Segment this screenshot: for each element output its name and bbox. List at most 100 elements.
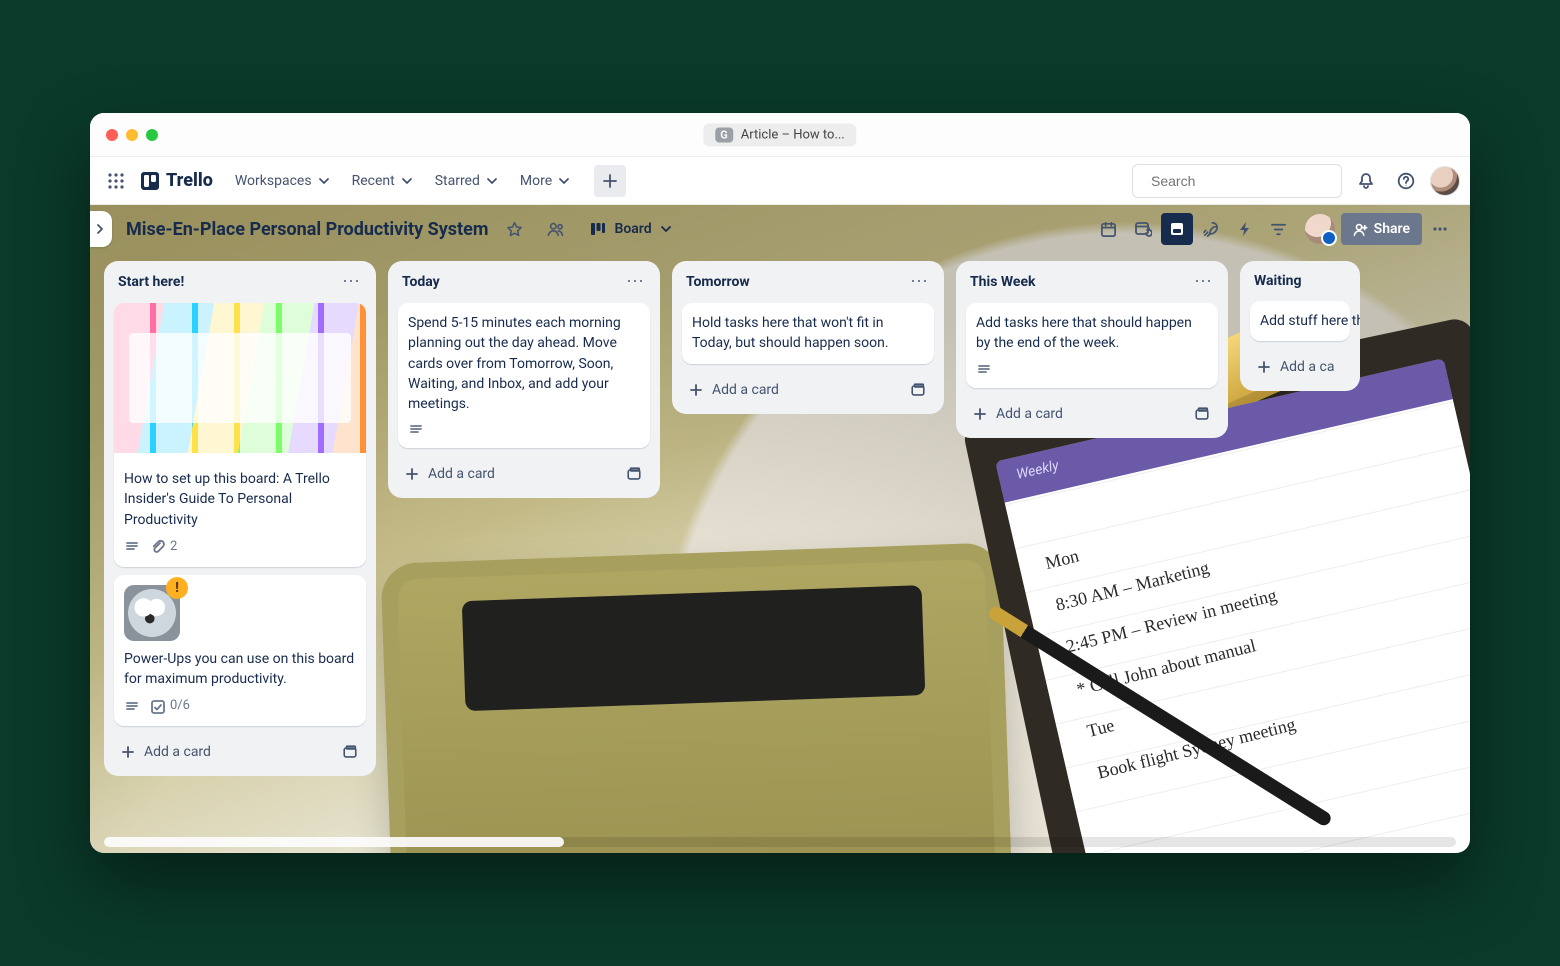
minimize-window-button[interactable] [126,129,138,141]
nav-recent[interactable]: Recent [342,165,423,197]
card-text: How to set up this board: A Trello Insid… [124,469,356,530]
add-card-button[interactable]: Add a card [116,738,336,766]
powerups-button[interactable] [1195,213,1227,245]
maximize-window-button[interactable] [146,129,158,141]
checklist-badge: 0/6 [150,697,190,716]
list-menu-button[interactable]: ⋯ [1192,273,1214,291]
checklist-icon [150,699,166,715]
add-card-label: Add a card [712,382,779,398]
card-template-button[interactable] [1188,400,1216,428]
sync-calendar-button[interactable] [1127,213,1159,245]
card-template-button[interactable] [904,376,932,404]
nav-starred[interactable]: Starred [425,165,508,197]
list-menu-button[interactable]: ⋯ [908,273,930,291]
card-text: Power-Ups you can use on this board for … [124,649,356,690]
top-nav: Trello Workspaces Recent Starred More [90,157,1470,205]
attachment-count: 2 [170,538,177,557]
calendar-icon [1100,221,1117,238]
card-text: Spend 5-15 minutes each morning planning… [408,313,640,414]
board-menu-button[interactable] [1424,213,1456,245]
add-card-label: Add a ca [1280,359,1334,375]
plus-icon [120,744,136,760]
card-text: Add stuff here that needs to happen even… [1260,311,1340,331]
calendar-view-button[interactable] [1093,213,1125,245]
card-badges: 0/6 [124,697,356,716]
attachment-icon [150,539,166,555]
plus-icon [972,406,988,422]
board-canvas[interactable]: Start here! ⋯ How to set up this board: … [90,253,1470,853]
tab-title: Article – How to... [741,127,845,142]
card[interactable]: Add tasks here that should happen by the… [966,303,1218,388]
view-switcher[interactable]: Board [582,217,679,241]
card[interactable]: Spend 5-15 minutes each morning planning… [398,303,650,448]
list-title[interactable]: Today [402,274,440,290]
list-tomorrow: Tomorrow ⋯ Hold tasks here that won't fi… [672,261,944,414]
notifications-button[interactable] [1350,165,1382,197]
chevron-right-icon [94,223,106,235]
sidebar-expand-button[interactable] [90,211,112,247]
board-title[interactable]: Mise-En-Place Personal Productivity Syst… [126,219,488,240]
list-title[interactable]: Tomorrow [686,274,750,290]
chevron-down-icon [401,175,413,187]
card-template-button[interactable] [620,460,648,488]
list-title[interactable]: This Week [970,274,1036,290]
search-input[interactable] [1151,173,1332,189]
plus-icon [688,382,704,398]
share-button[interactable]: Share [1341,213,1422,245]
share-button-label: Share [1374,221,1410,237]
list-menu-button[interactable]: ⋯ [624,273,646,291]
attachment-badge: 2 [150,538,177,557]
add-card-button[interactable]: Add a card [968,400,1188,428]
description-icon [408,422,424,438]
chevron-down-icon [318,175,330,187]
search-box[interactable] [1132,164,1342,198]
scrollbar-thumb[interactable] [104,837,564,847]
visibility-button[interactable] [540,213,572,245]
card-text: Hold tasks here that won't fit in Today,… [692,313,924,354]
list-waiting: Waiting Add stuff here that needs to hap… [1240,261,1360,391]
card-badges: 2 [124,538,356,557]
plus-icon [1256,359,1272,375]
mac-title-bar: G Article – How to... [90,113,1470,157]
list-title[interactable]: Waiting [1254,273,1302,289]
dashboard-view-button[interactable] [1161,213,1193,245]
nav-more-label: More [520,173,552,189]
plus-icon [404,466,420,482]
list-title[interactable]: Start here! [118,274,184,290]
automation-button[interactable] [1229,213,1261,245]
traffic-lights [106,129,158,141]
trello-logo[interactable]: Trello [138,170,219,191]
add-card-label: Add a card [996,406,1063,422]
add-card-label: Add a card [428,466,495,482]
chevron-down-icon [660,223,672,235]
apps-grid-icon[interactable] [100,165,132,197]
description-icon [124,539,140,555]
card-template-button[interactable] [336,738,364,766]
close-window-button[interactable] [106,129,118,141]
nav-more[interactable]: More [510,165,580,197]
account-avatar[interactable] [1430,166,1460,196]
star-board-button[interactable] [498,213,530,245]
card[interactable]: How to set up this board: A Trello Insid… [114,303,366,567]
list-this-week: This Week ⋯ Add tasks here that should h… [956,261,1228,438]
rocket-icon [1202,221,1219,238]
browser-tab[interactable]: G Article – How to... [703,123,856,146]
filter-button[interactable] [1263,213,1295,245]
board-member-avatar[interactable] [1305,214,1335,244]
create-button[interactable] [594,165,626,197]
nav-menus: Workspaces Recent Starred More [225,165,626,197]
board-header: Mise-En-Place Personal Productivity Syst… [90,205,1470,253]
nav-workspaces[interactable]: Workspaces [225,165,340,197]
add-card-button[interactable]: Add a card [684,376,904,404]
list-menu-button[interactable]: ⋯ [340,273,362,291]
help-button[interactable] [1390,165,1422,197]
filter-icon [1270,221,1287,238]
card[interactable]: Add stuff here that needs to happen even… [1250,301,1350,341]
add-card-button[interactable]: Add a ca [1252,353,1348,381]
app-window: G Article – How to... Trello Workspaces … [90,113,1470,853]
board-scrollbar[interactable] [104,837,1456,847]
card[interactable]: Power-Ups you can use on this board for … [114,575,366,726]
add-card-button[interactable]: Add a card [400,460,620,488]
board-area: §1234567890-fig tabqwertyuiop[] capasdfg… [90,205,1470,853]
card[interactable]: Hold tasks here that won't fit in Today,… [682,303,934,364]
